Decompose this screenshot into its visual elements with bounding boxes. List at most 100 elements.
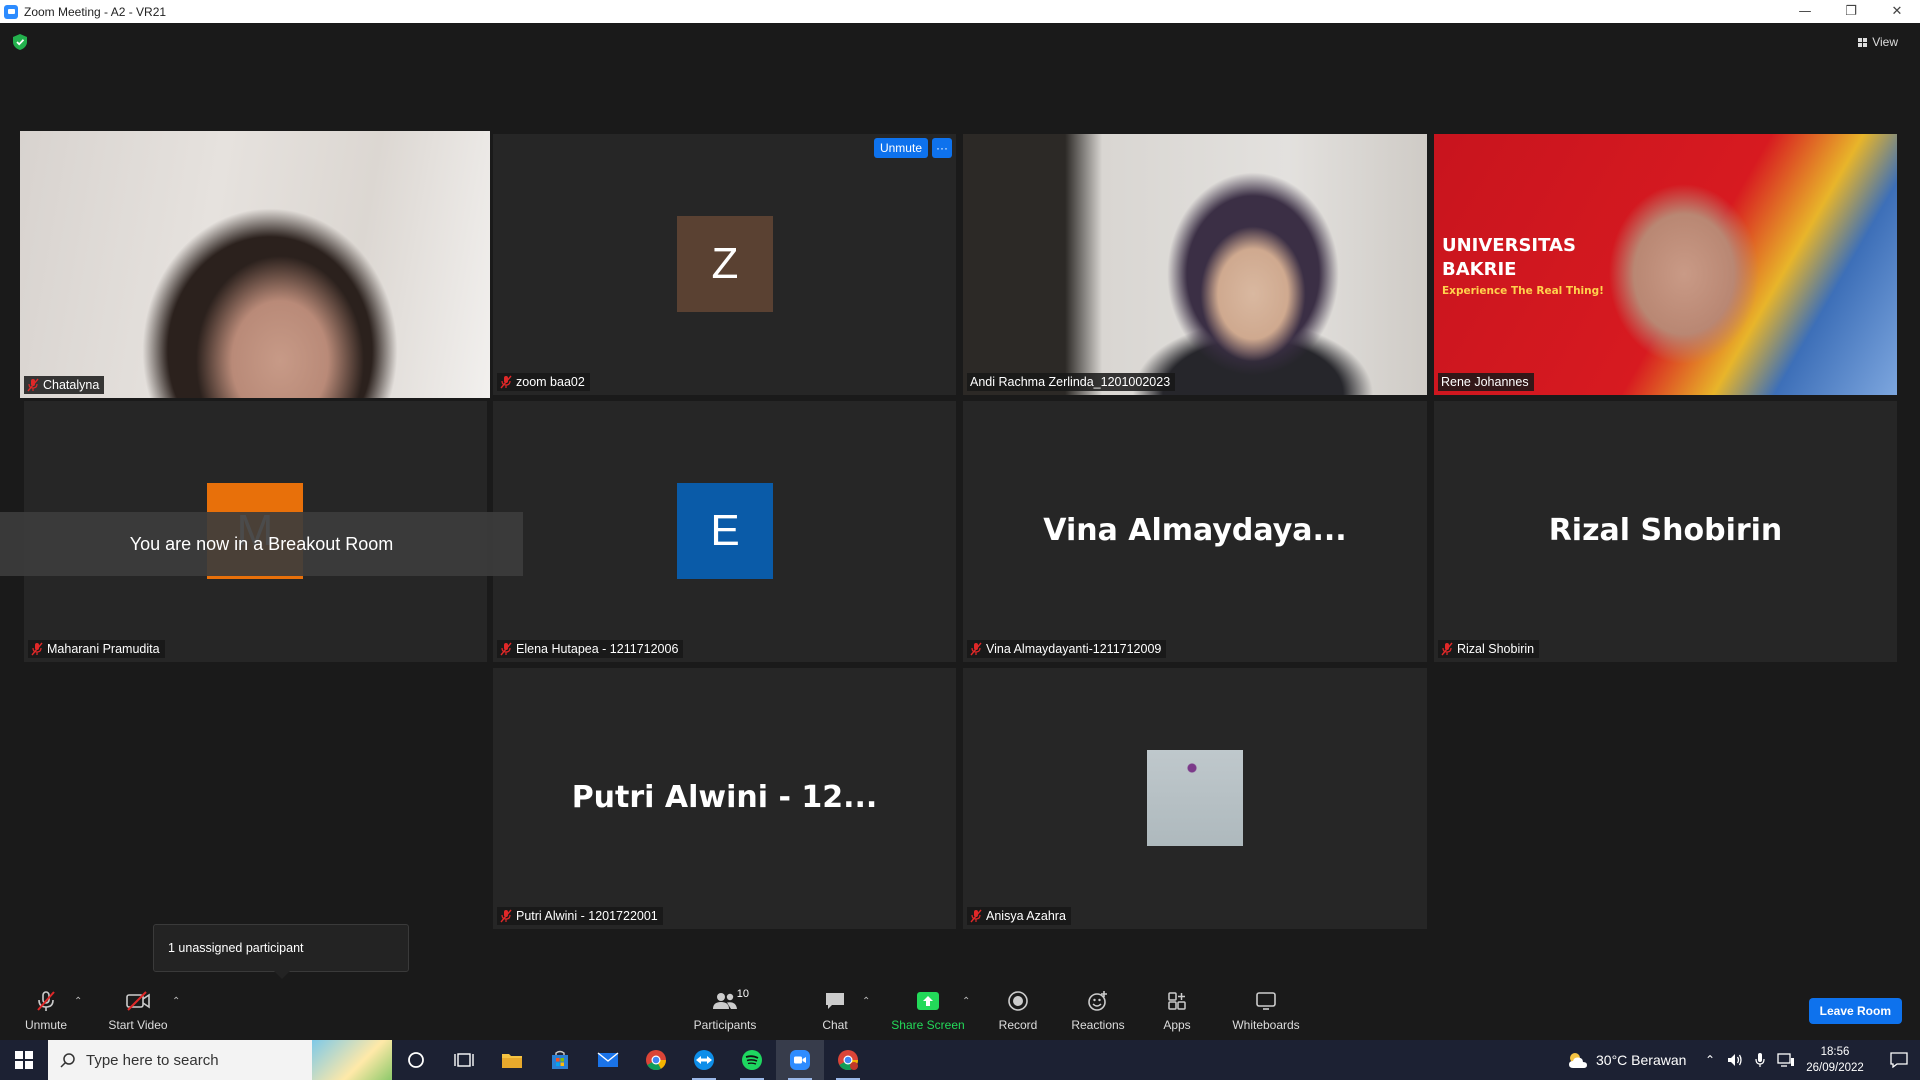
show-hidden-icons-icon[interactable]: ⌃: [1705, 1053, 1715, 1067]
muted-mic-icon: [500, 909, 512, 923]
chrome-profile-icon[interactable]: [824, 1040, 872, 1080]
more-options-button[interactable]: ···: [932, 138, 952, 158]
apps-label: Apps: [1163, 1017, 1191, 1032]
chrome-icon[interactable]: [632, 1040, 680, 1080]
audio-options-caret-icon[interactable]: ⌃: [74, 996, 82, 1007]
microsoft-store-icon[interactable]: [536, 1040, 584, 1080]
name-tag: zoom baa02: [497, 373, 590, 391]
video-off-icon: [125, 990, 151, 1012]
reactions-icon: [1085, 990, 1111, 1012]
avatar-photo: [1147, 750, 1243, 846]
participants-icon: 10: [705, 988, 749, 1012]
restore-icon[interactable]: ❐: [1828, 0, 1874, 23]
windows-taskbar: Type here to search 30°C Berawan ⌃ 18:56…: [0, 1040, 1920, 1080]
participant-name: Anisya Azahra: [986, 909, 1066, 923]
share-screen-label: Share Screen: [891, 1017, 965, 1032]
encryption-shield-icon[interactable]: [13, 34, 27, 50]
record-button[interactable]: Record: [997, 980, 1039, 1041]
cortana-icon[interactable]: [392, 1040, 440, 1080]
leave-room-button[interactable]: Leave Room: [1808, 998, 1902, 1024]
participant-name: Elena Hutapea - 1211712006: [516, 642, 679, 656]
video-tile-vina[interactable]: Vina Almaydaya... Vina Almaydayanti-1211…: [963, 401, 1427, 662]
record-label: Record: [998, 1017, 1038, 1032]
minimize-icon[interactable]: —: [1782, 0, 1828, 23]
participant-video: [963, 134, 1427, 395]
weather-widget[interactable]: 30°C Berawan: [1566, 1040, 1686, 1080]
participant-name: Chatalyna: [43, 378, 100, 392]
whiteboards-button[interactable]: Whiteboards: [1228, 980, 1304, 1041]
reactions-button[interactable]: Reactions: [1070, 980, 1126, 1041]
participant-name: zoom baa02: [516, 375, 585, 389]
spotify-icon[interactable]: [728, 1040, 776, 1080]
video-tile-andi-rachma[interactable]: Andi Rachma Zerlinda_1201002023: [963, 134, 1427, 395]
video-tile-rizal[interactable]: Rizal Shobirin Rizal Shobirin: [1434, 401, 1897, 662]
unmute-button[interactable]: Unmute: [18, 980, 74, 1041]
teamviewer-icon[interactable]: [680, 1040, 728, 1080]
participant-video: [20, 131, 490, 398]
unmute-participant-button[interactable]: Unmute: [873, 138, 928, 158]
file-explorer-icon[interactable]: [488, 1040, 536, 1080]
taskbar-search-box[interactable]: Type here to search: [48, 1040, 392, 1080]
close-icon[interactable]: ✕: [1874, 0, 1920, 23]
clock-time: 18:56: [1820, 1046, 1850, 1058]
notifications-icon[interactable]: [1890, 1040, 1908, 1080]
participant-name: Rizal Shobirin: [1457, 642, 1535, 656]
name-tag: Rizal Shobirin: [1438, 640, 1540, 658]
participant-name: Putri Alwini - 1201722001: [516, 909, 658, 923]
share-screen-button[interactable]: Share Screen: [890, 980, 966, 1041]
volume-icon[interactable]: [1727, 1053, 1743, 1067]
video-tile-chatalyna[interactable]: Chatalyna: [20, 131, 490, 398]
name-tag: Rene Johannes: [1438, 373, 1534, 391]
participants-button[interactable]: 10 Participants: [690, 980, 760, 1041]
muted-mic-icon: [970, 909, 982, 923]
muted-mic-icon: [500, 642, 512, 656]
video-tile-rene-johannes[interactable]: UNIVERSITAS BAKRIE Experience The Real T…: [1434, 134, 1897, 395]
muted-mic-icon: [33, 990, 59, 1012]
share-options-caret-icon[interactable]: ⌃: [962, 996, 970, 1007]
muted-mic-icon: [27, 378, 39, 392]
apps-button[interactable]: Apps: [1160, 980, 1194, 1041]
mail-icon[interactable]: [584, 1040, 632, 1080]
chat-label: Chat: [822, 1017, 848, 1032]
video-tile-zoom-baa02[interactable]: Z Unmute ··· zoom baa02: [493, 134, 956, 395]
participants-count: 10: [736, 987, 749, 1000]
network-icon[interactable]: [1777, 1053, 1795, 1067]
muted-mic-icon: [31, 642, 43, 656]
windows-start-icon[interactable]: [0, 1040, 48, 1080]
video-tile-anisya[interactable]: Anisya Azahra: [963, 668, 1427, 929]
weather-text: 30°C Berawan: [1596, 1052, 1687, 1068]
clock-date: 26/09/2022: [1806, 1062, 1864, 1074]
participant-name: Rene Johannes: [1441, 375, 1529, 389]
zoom-app-icon: [4, 4, 18, 19]
chat-button[interactable]: Chat: [818, 980, 852, 1041]
banner-title: UNIVERSITAS BAKRIE Experience The Real T…: [1442, 235, 1604, 297]
participant-name: Andi Rachma Zerlinda_1201002023: [970, 375, 1171, 389]
task-view-icon[interactable]: [440, 1040, 488, 1080]
video-options-caret-icon[interactable]: ⌃: [172, 996, 180, 1007]
name-tag: Anisya Azahra: [967, 907, 1071, 925]
title-bar: Zoom Meeting - A2 - VR21 — ❐ ✕: [0, 0, 1920, 23]
video-tile-putri[interactable]: Putri Alwini - 12... Putri Alwini - 1201…: [493, 668, 956, 929]
whiteboard-icon: [1253, 990, 1279, 1012]
muted-mic-icon: [500, 375, 512, 389]
chat-options-caret-icon[interactable]: ⌃: [862, 996, 870, 1007]
taskbar-clock[interactable]: 18:56 26/09/2022: [1800, 1044, 1870, 1076]
microphone-icon[interactable]: [1755, 1052, 1765, 1068]
video-tile-elena[interactable]: E Elena Hutapea - 1211712006: [493, 401, 956, 662]
start-video-button[interactable]: Start Video: [104, 980, 172, 1041]
muted-mic-icon: [970, 642, 982, 656]
zoom-window: Zoom Meeting - A2 - VR21 — ❐ ✕ View Chat…: [0, 0, 1920, 1080]
participants-label: Participants: [693, 1017, 757, 1032]
participant-name: Vina Almaydayanti-1211712009: [986, 642, 1162, 656]
whiteboards-label: Whiteboards: [1232, 1017, 1300, 1032]
participant-name: Maharani Pramudita: [47, 642, 160, 656]
grid-view-icon: [1858, 37, 1868, 47]
reactions-label: Reactions: [1071, 1017, 1125, 1032]
avatar: E: [677, 483, 773, 579]
zoom-taskbar-icon[interactable]: [776, 1040, 824, 1080]
view-button[interactable]: View: [1850, 32, 1906, 52]
share-screen-icon: [915, 990, 941, 1012]
unassigned-participant-tooltip: 1 unassigned participant: [153, 924, 409, 979]
search-placeholder: Type here to search: [86, 1051, 219, 1069]
unmute-label: Unmute: [24, 1017, 68, 1032]
